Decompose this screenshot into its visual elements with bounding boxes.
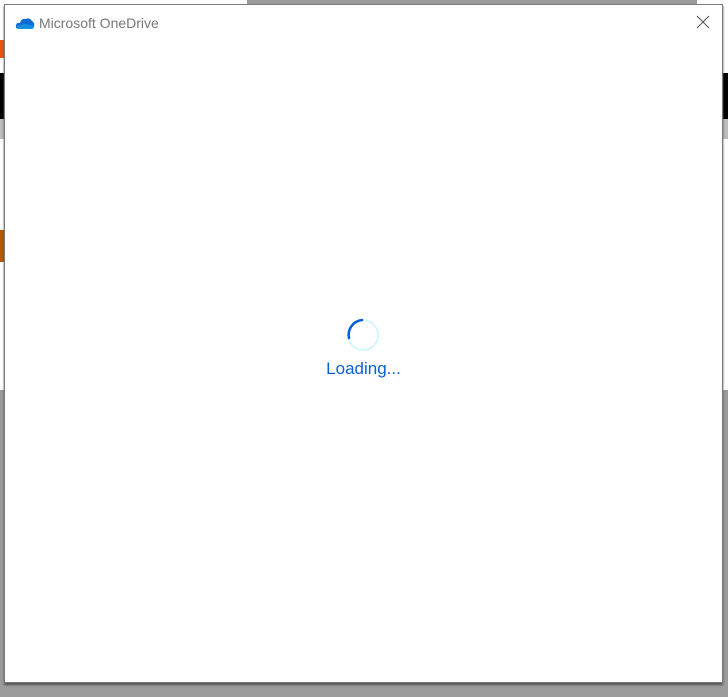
- dialog-titlebar: Microsoft OneDrive: [15, 15, 159, 31]
- onedrive-dialog: Microsoft OneDrive Loading...: [4, 4, 723, 683]
- onedrive-cloud-icon: [15, 18, 35, 29]
- loading-text: Loading...: [326, 359, 401, 378]
- close-icon[interactable]: [696, 15, 710, 29]
- loading-spinner-icon: [347, 318, 379, 351]
- dialog-title: Microsoft OneDrive: [39, 15, 159, 31]
